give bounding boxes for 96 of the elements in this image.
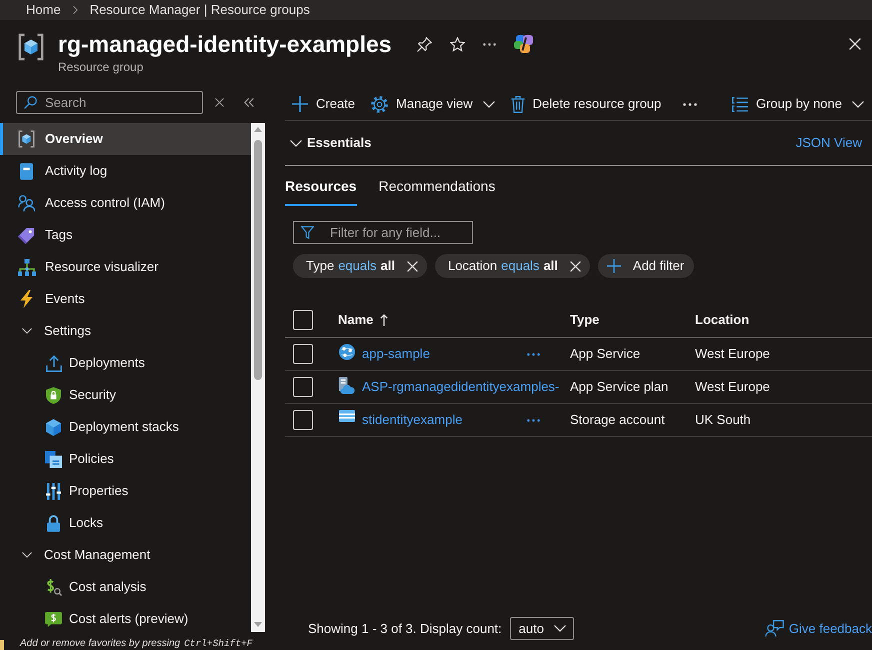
nav-item[interactable]: Tags [0, 219, 251, 251]
resource-link[interactable]: stidentityexample [362, 410, 462, 430]
logo-icon[interactable] [514, 34, 534, 54]
nav-item[interactable]: Activity log [0, 155, 251, 187]
json-view-link[interactable]: JSON View [796, 133, 862, 153]
page-subtitle: Resource group [58, 59, 144, 75]
resource-link[interactable]: app-sample [362, 344, 430, 364]
nav-group-header[interactable]: Settings [0, 315, 251, 347]
cube-icon [46, 418, 61, 436]
cube-icon [18, 33, 44, 61]
tag-icon [18, 226, 35, 244]
nav-item[interactable]: Deployment stacks [0, 411, 251, 443]
display-count-dropdown[interactable]: auto [510, 617, 574, 640]
nav-item[interactable]: Overview [0, 123, 251, 155]
clear-icon[interactable] [215, 98, 224, 107]
dollar-bubble-icon [45, 612, 62, 626]
nav-item[interactable]: Security [0, 379, 251, 411]
more-icon[interactable] [527, 352, 540, 356]
book-icon [20, 162, 33, 180]
plus-icon [606, 259, 621, 273]
nav-item[interactable]: Access control (IAM) [0, 187, 251, 219]
nav-item[interactable]: Cost analysis [0, 571, 251, 603]
page-title: rg-managed-identity-examples [58, 31, 392, 57]
row-checkbox[interactable] [293, 410, 313, 430]
filter-field[interactable]: Filter for any field... [293, 221, 473, 244]
table-cell-text: App Service plan [570, 378, 668, 396]
people-icon [18, 194, 35, 212]
breadcrumb-link[interactable]: Home [26, 0, 61, 20]
tab[interactable]: Recommendations [378, 166, 496, 206]
search-field[interactable]: Search [16, 91, 203, 114]
essentials-toggle[interactable]: Essentials [290, 133, 372, 153]
column-header[interactable]: Location [695, 310, 750, 330]
table-cell-text: App Service [570, 345, 640, 364]
filter-pill[interactable]: Type equals all [293, 254, 427, 278]
hierarchy-icon [18, 258, 36, 276]
lock-icon [47, 514, 60, 532]
filter-icon [301, 226, 314, 239]
close-icon[interactable] [570, 260, 581, 272]
give-feedback-link[interactable]: Give feedback [764, 618, 872, 638]
documents-icon [45, 450, 62, 468]
breadcrumb-link[interactable]: Resource Manager | Resource groups [90, 0, 310, 20]
nav-item[interactable]: Events [0, 283, 251, 315]
search-icon [24, 96, 37, 109]
chevron-down-icon [554, 625, 566, 632]
scrollbar-thumb[interactable] [254, 140, 262, 380]
toolbar-button[interactable]: Delete resource group [510, 92, 662, 116]
toolbar-button[interactable]: Manage view [371, 92, 495, 116]
nav-item[interactable]: Properties [0, 475, 251, 507]
nav-item[interactable]: Policies [0, 443, 251, 475]
nav-item[interactable]: Locks [0, 507, 251, 539]
more-icon[interactable] [527, 418, 540, 422]
cube-icon [18, 130, 35, 148]
resource-link[interactable]: ASP-rgmanagedidentityexamples- [362, 377, 560, 397]
trash-icon [510, 96, 525, 112]
globe-icon [338, 344, 354, 360]
row-checkbox[interactable] [293, 344, 313, 364]
more-icon[interactable] [482, 42, 496, 46]
lightning-icon [20, 290, 33, 308]
gear-icon [371, 96, 388, 112]
filter-pill[interactable]: Location equals all [434, 254, 590, 278]
upload-icon [46, 354, 62, 372]
group-by-button[interactable]: Group by none [732, 92, 864, 116]
close-icon[interactable] [849, 38, 861, 50]
nav-item[interactable]: Deployments [0, 347, 251, 379]
toolbar-button[interactable]: Create [292, 92, 356, 116]
select-all-checkbox[interactable] [293, 310, 313, 330]
close-icon[interactable] [406, 260, 418, 272]
pin-icon[interactable] [416, 36, 432, 52]
feedback-icon [764, 620, 784, 637]
shield-icon [46, 386, 61, 404]
favorites-tip: Add or remove favorites by pressing Ctrl+Shift+F [20, 637, 252, 650]
edge-marker [0, 640, 4, 650]
collapse-icon[interactable] [244, 98, 254, 107]
table-cell-text: Storage account [570, 411, 665, 430]
list-icon [732, 96, 748, 112]
nav-group-header[interactable]: Cost Management [0, 539, 251, 571]
sliders-icon [46, 482, 61, 500]
nav-item[interactable]: Resource visualizer [0, 251, 251, 283]
row-checkbox[interactable] [293, 377, 313, 397]
table-cell-text: UK South [695, 411, 751, 430]
add-filter-button[interactable]: Add filter [598, 254, 694, 278]
plus-icon [292, 96, 308, 112]
column-header[interactable]: Name [338, 310, 388, 330]
dollar-search-icon [45, 578, 62, 596]
column-header[interactable]: Type [570, 310, 600, 330]
pagination-summary: Showing 1 - 3 of 3. Display count: [308, 620, 502, 638]
chevron-right-icon [72, 6, 78, 14]
table-cell-text: West Europe [695, 378, 770, 396]
storage-icon [338, 410, 354, 422]
scrollbar[interactable] [251, 123, 265, 632]
table-cell-text: West Europe [695, 345, 770, 364]
tab[interactable]: Resources [285, 166, 357, 206]
server-cloud-icon [338, 376, 355, 394]
nav-item[interactable]: Cost alerts (preview) [0, 603, 251, 635]
more-icon[interactable] [683, 102, 698, 106]
star-icon[interactable] [450, 36, 465, 52]
